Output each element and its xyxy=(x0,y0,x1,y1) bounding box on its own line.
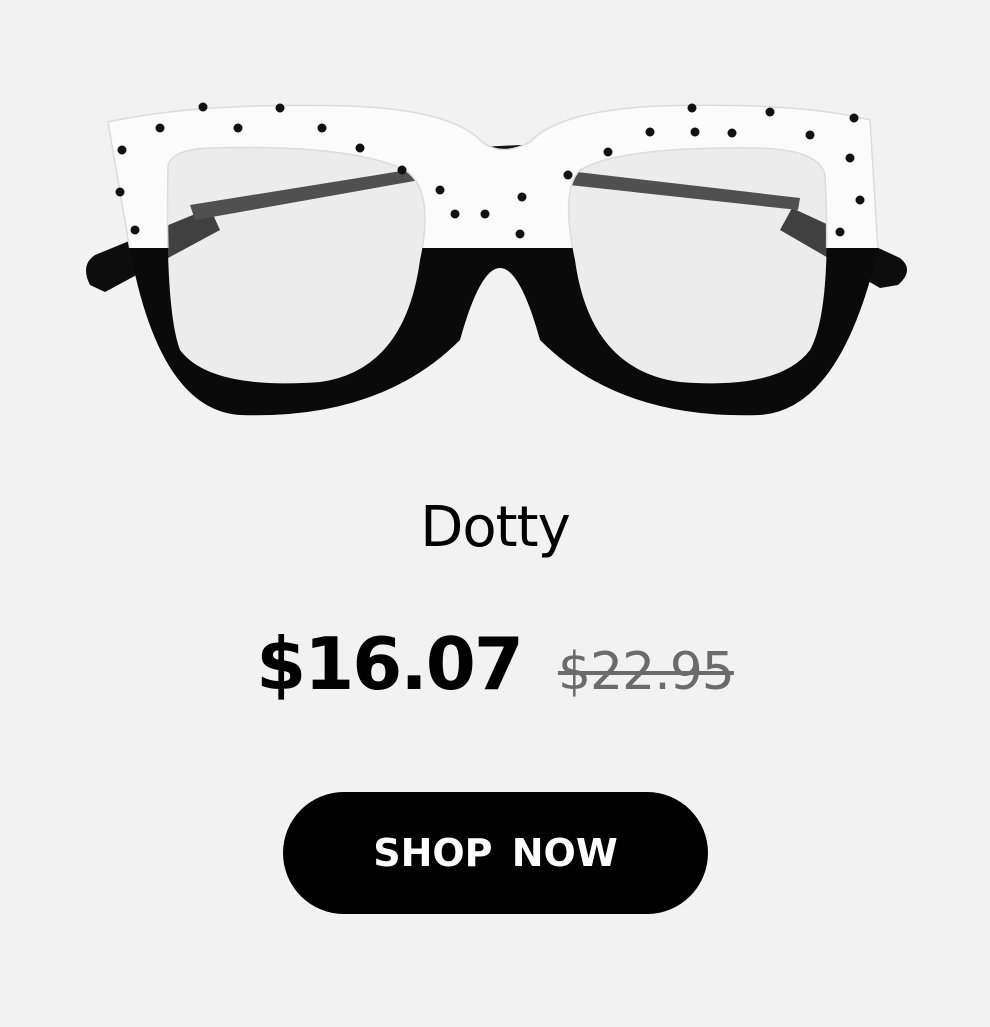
sale-price: $16.07 xyxy=(256,622,524,706)
shop-now-button[interactable]: SHOP NOW xyxy=(283,792,708,914)
original-price: $22.95 xyxy=(557,642,735,702)
glasses-product-image[interactable] xyxy=(60,80,930,440)
price-row: $16.07 $22.95 xyxy=(0,622,990,722)
product-card: Dotty $16.07 $22.95 SHOP NOW xyxy=(0,0,990,1027)
product-name[interactable]: Dotty xyxy=(0,492,990,564)
shop-now-label: SHOP NOW xyxy=(373,831,618,875)
